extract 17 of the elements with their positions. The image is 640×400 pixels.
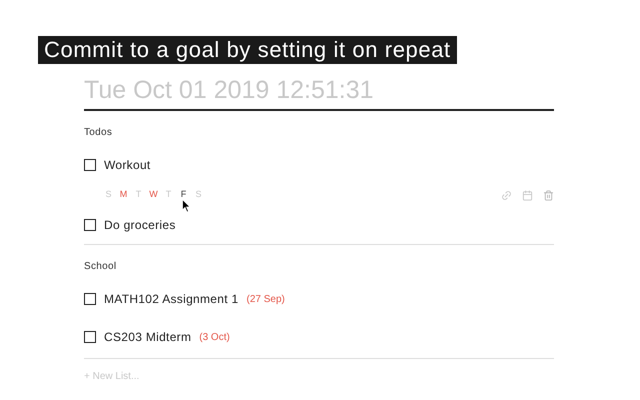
checkbox[interactable] — [84, 159, 96, 171]
list-heading: Todos — [84, 126, 114, 140]
due-date: (3 Oct) — [199, 330, 230, 344]
weekday-toggle[interactable]: M — [119, 188, 128, 202]
caption-banner: Commit to a goal by setting it on repeat — [38, 36, 457, 64]
cursor-icon — [182, 199, 191, 214]
todo-text: Workout — [104, 157, 151, 174]
checkbox[interactable] — [84, 331, 96, 343]
weekday-toggle[interactable]: W — [149, 188, 158, 202]
checkbox[interactable] — [84, 293, 96, 305]
todo-text: CS203 Midterm — [104, 329, 192, 346]
todo-text: Do groceries — [104, 217, 176, 234]
checkbox[interactable] — [84, 219, 96, 231]
due-date: (27 Sep) — [246, 292, 285, 306]
todo-text: MATH102 Assignment 1 — [104, 291, 239, 308]
weekday-toggle[interactable]: F — [179, 188, 188, 202]
list-heading: School — [84, 260, 118, 274]
